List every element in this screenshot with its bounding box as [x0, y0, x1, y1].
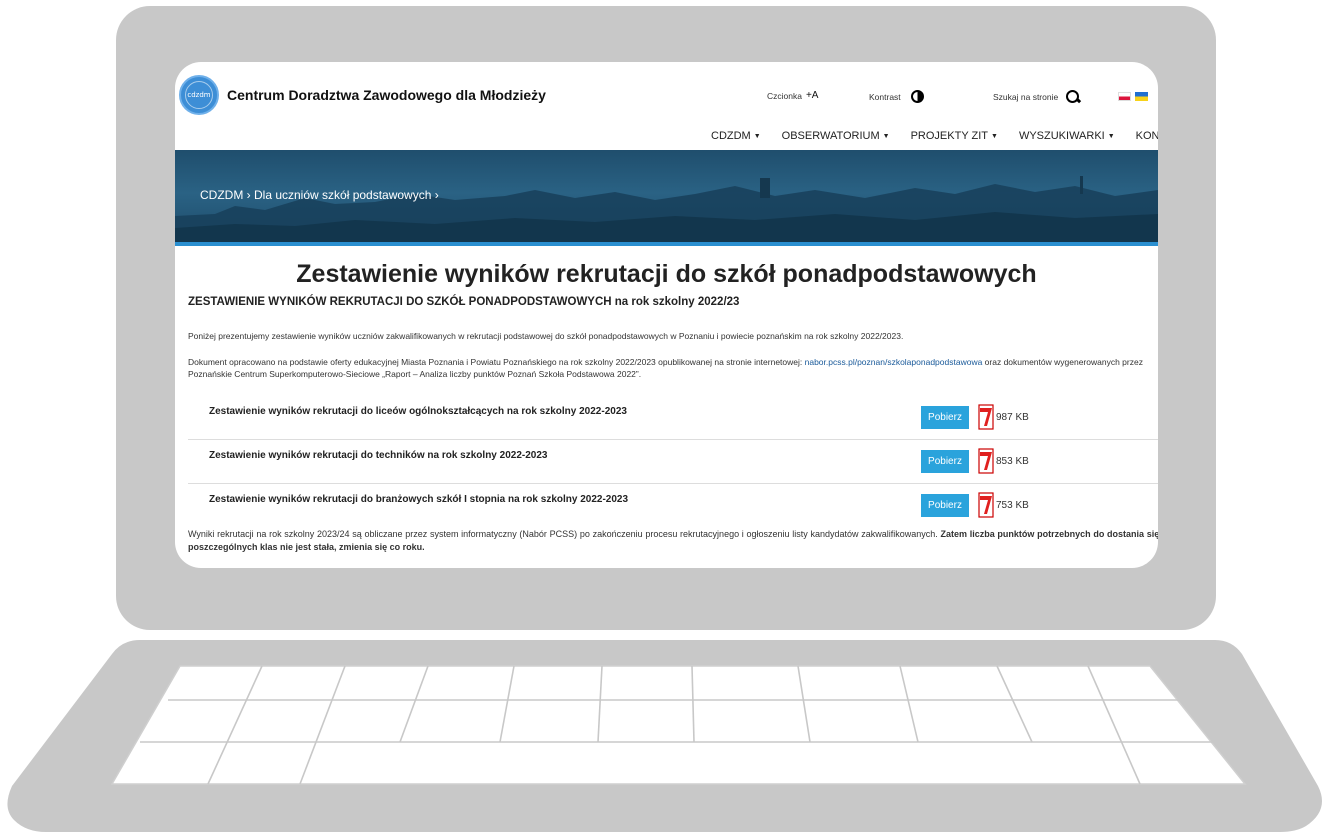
caret-down-icon: ▼ [1107, 132, 1115, 140]
caret-down-icon: ▼ [882, 132, 890, 140]
intro-paragraph: Poniżej prezentujemy zestawienie wyników… [188, 331, 904, 341]
nabor-pcss-link[interactable]: nabor.pcss.pl/poznan/szkolaponadpodstawo… [805, 357, 983, 367]
logo-text: cdzdm [187, 91, 211, 99]
nav-item-cdzdm[interactable]: CDZDM ▼ [711, 130, 761, 142]
laptop-keyboard-base [7, 640, 1322, 832]
page-title: Zestawienie wyników rekrutacji do szkół … [296, 260, 1037, 288]
nav-item-wyszukiwarki[interactable]: WYSZUKIWARKI ▼ [1019, 130, 1115, 142]
download-button[interactable]: Pobierz [921, 406, 969, 429]
document-row: Zestawienie wyników rekrutacji do liceów… [188, 396, 1158, 440]
polish-flag-icon[interactable] [1118, 92, 1131, 101]
document-title: Zestawienie wyników rekrutacji do liceów… [209, 406, 627, 417]
cdzdm-logo[interactable]: cdzdm [179, 75, 219, 115]
search-icon[interactable] [1066, 90, 1080, 104]
nav-item-kontakt[interactable]: KONTAKT [1136, 130, 1158, 142]
nav-item-obserwatorium[interactable]: OBSERWATORIUM ▼ [782, 130, 890, 142]
site-search-control[interactable]: Szukaj na stronie [993, 90, 1080, 104]
pdf-icon[interactable] [976, 492, 996, 518]
pdf-icon[interactable] [976, 448, 996, 474]
pdf-icon[interactable] [976, 404, 996, 430]
recruitment-note: Wyniki rekrutacji na rok szkolny 2023/24… [188, 529, 1158, 552]
file-size: 987 KB [996, 412, 1029, 423]
font-size-label: Czcionka [767, 90, 802, 101]
nav-item-projekty-zit[interactable]: PROJEKTY ZIT ▼ [911, 130, 998, 142]
file-size: 753 KB [996, 500, 1029, 511]
download-button[interactable]: Pobierz [921, 494, 969, 517]
breadcrumb[interactable]: CDZDM › Dla uczniów szkół podstawowych › [200, 188, 439, 202]
contrast-control[interactable]: Kontrast [869, 90, 924, 103]
city-skyline-image [175, 176, 1158, 246]
document-row: Zestawienie wyników rekrutacji do branżo… [188, 484, 1158, 528]
download-button[interactable]: Pobierz [921, 450, 969, 473]
contrast-label: Kontrast [869, 91, 901, 102]
font-size-control[interactable]: Czcionka +A [767, 90, 818, 101]
ukrainian-flag-icon[interactable] [1135, 92, 1148, 101]
browser-screen: cdzdm Centrum Doradztwa Zawodowego dla M… [175, 62, 1158, 568]
page-subtitle: ZESTAWIENIE WYNIKÓW REKRUTACJI DO SZKÓŁ … [188, 296, 740, 308]
search-label: Szukaj na stronie [993, 92, 1059, 102]
document-title: Zestawienie wyników rekrutacji do techni… [209, 450, 548, 461]
source-paragraph: Dokument opracowano na podstawie oferty … [188, 357, 1143, 379]
contrast-icon[interactable] [910, 90, 924, 103]
caret-down-icon: ▼ [991, 132, 998, 140]
caret-down-icon: ▼ [753, 132, 761, 140]
file-size: 853 KB [996, 456, 1029, 467]
font-increase-button[interactable]: +A [806, 90, 819, 101]
document-title: Zestawienie wyników rekrutacji do branżo… [209, 494, 629, 505]
main-navigation: CDZDM ▼ OBSERWATORIUM ▼ PROJEKTY ZIT ▼ WYSZ… [711, 130, 1158, 142]
site-title[interactable]: Centrum Doradztwa Zawodowego dla Młodzie… [227, 87, 546, 103]
hero-accent-strip [175, 242, 1158, 246]
document-row: Zestawienie wyników rekrutacji do techni… [188, 440, 1158, 484]
